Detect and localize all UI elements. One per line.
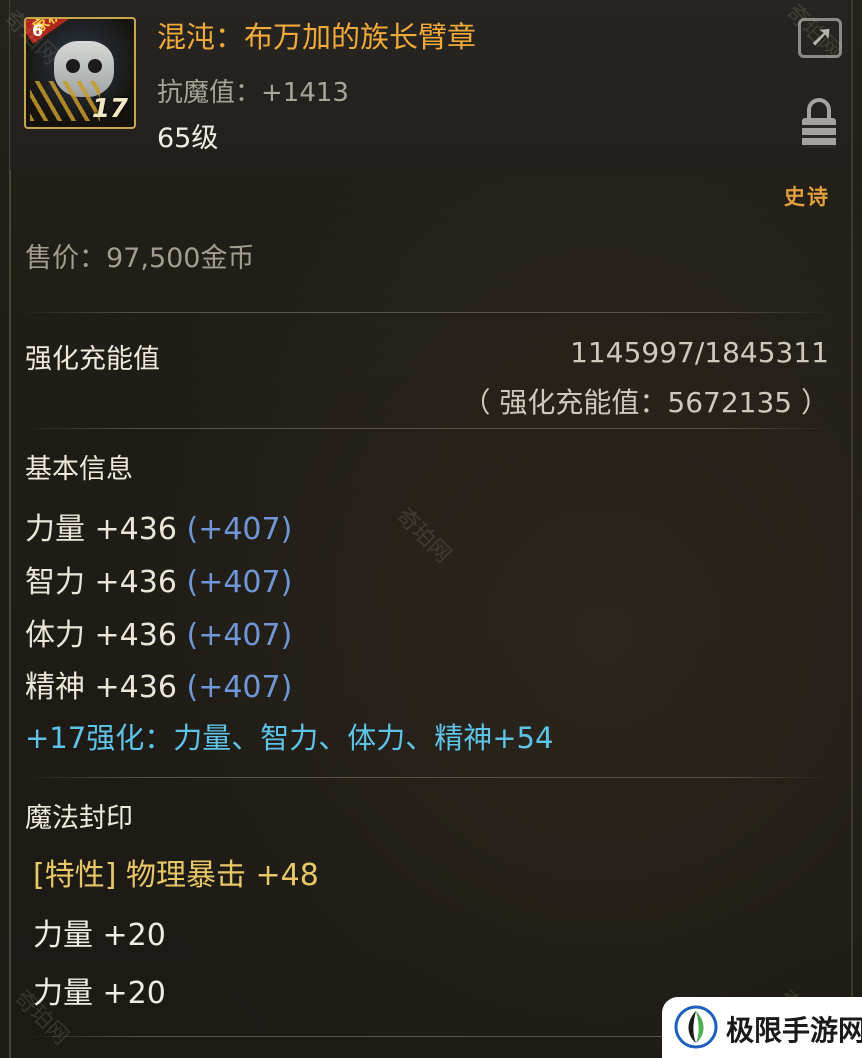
seal-trait: [特性] 物理暴击 +48 — [33, 858, 319, 893]
stat-row: 力量 +436 (+407) — [25, 504, 292, 548]
stat-row: 体力 +436 (+407) — [25, 610, 292, 654]
basic-info-label: 基本信息 — [25, 454, 133, 485]
item-level: 65级 — [157, 123, 219, 154]
enhance-bonus: +17强化：力量、智力、体力、精神+54 — [25, 721, 554, 755]
divider — [20, 428, 835, 429]
charge-label: 强化充能值 — [25, 344, 160, 375]
lock-icon[interactable] — [802, 98, 836, 150]
site-logo-icon — [674, 1005, 718, 1049]
site-name: 极限手游网 — [726, 1014, 862, 1047]
stat-name: 力量 +436 — [25, 512, 177, 547]
charge-value: 1145997/1845311 — [570, 336, 829, 369]
stat-bonus: (+407) — [186, 618, 293, 653]
stat-name: 体力 +436 — [25, 618, 177, 653]
item-tooltip: 家积中 6 17 混沌：布万加的族长臂章 抗魔值：+1413 65级 史诗 售价… — [0, 0, 862, 1058]
item-resist: 抗魔值：+1413 — [157, 78, 349, 108]
stat-bonus: (+407) — [186, 512, 293, 547]
item-name: 混沌：布万加的族长臂章 — [157, 20, 477, 54]
seal-row: 力量 +20 — [33, 918, 166, 953]
divider — [20, 312, 835, 313]
site-badge[interactable]: 极限手游网 — [662, 997, 862, 1058]
charge-total: （ 强化充能值：5672135 ） — [462, 386, 829, 419]
stat-row: 智力 +436 (+407) — [25, 557, 292, 601]
stat-name: 智力 +436 — [25, 565, 177, 600]
lock-body — [802, 118, 836, 148]
rarity-label: 史诗 — [784, 185, 830, 209]
stat-row: 精神 +436 (+407) — [25, 662, 292, 706]
spikes-art — [30, 81, 100, 121]
stat-name: 精神 +436 — [25, 670, 177, 705]
stat-bonus: (+407) — [186, 670, 293, 705]
enhance-level-badge: 17 — [91, 94, 128, 124]
sell-price: 售价：97,500金币 — [25, 243, 255, 274]
seal-label: 魔法封印 — [25, 803, 133, 834]
stat-bonus: (+407) — [186, 565, 293, 600]
divider — [20, 777, 835, 778]
